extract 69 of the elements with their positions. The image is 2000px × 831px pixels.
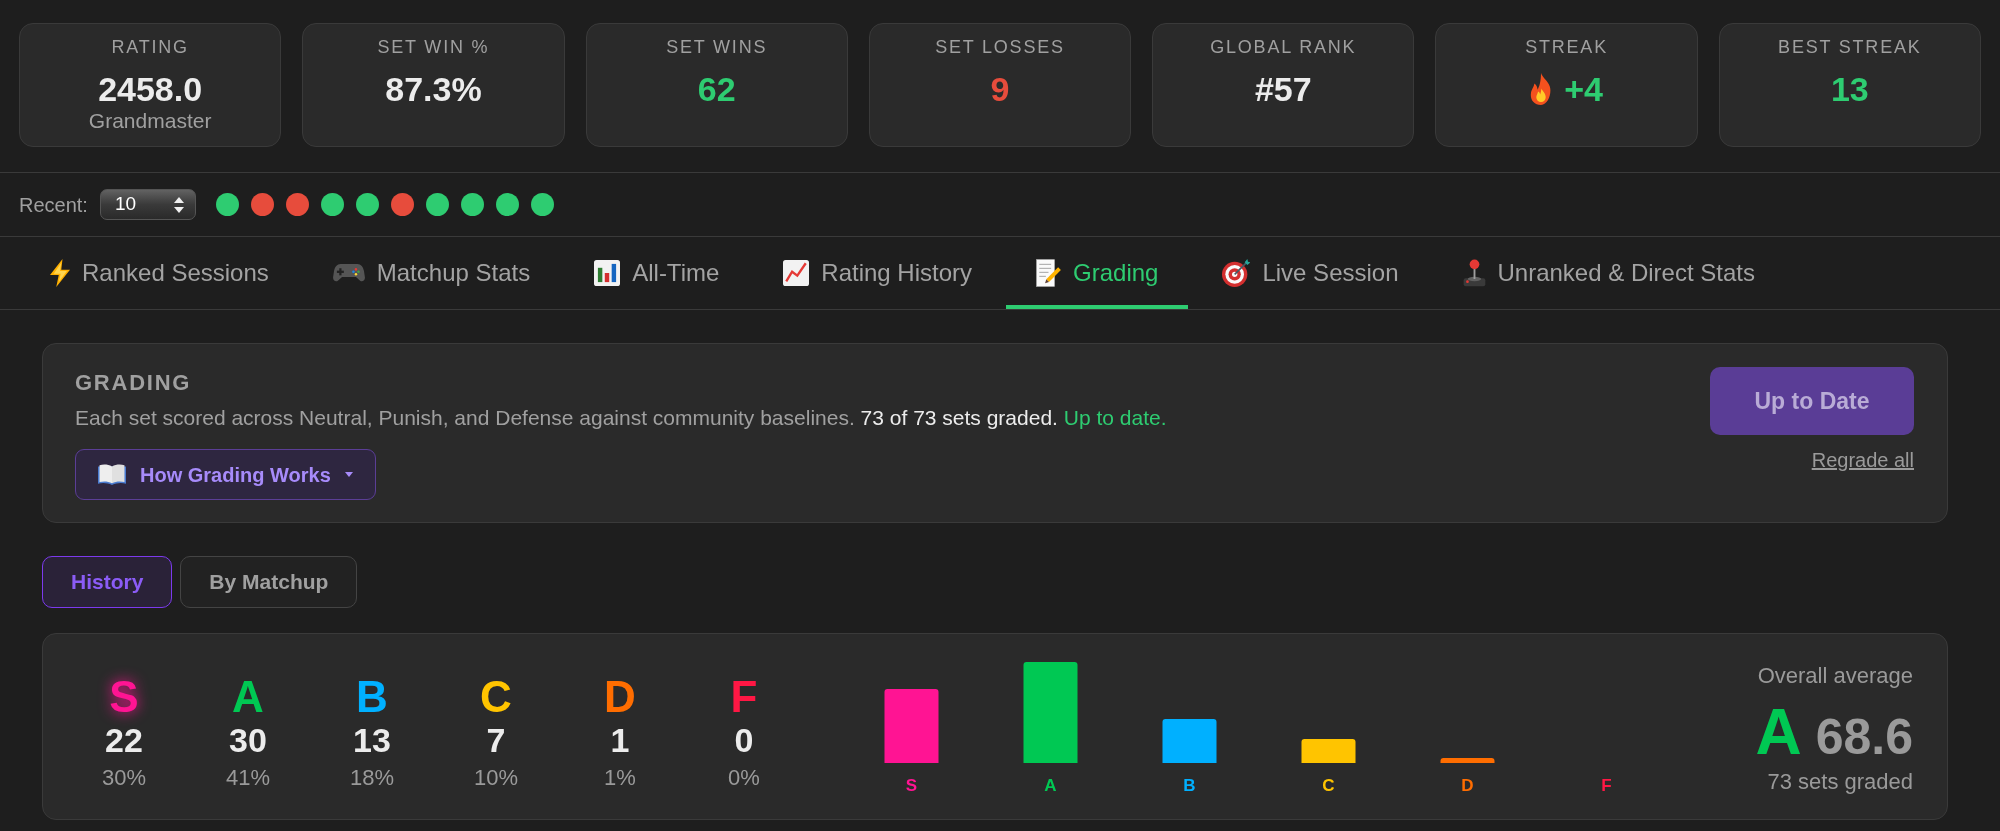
stat-label: SET WIN % bbox=[377, 36, 490, 59]
gamepad-icon bbox=[332, 264, 365, 282]
tab[interactable]: Live Session bbox=[1192, 237, 1429, 309]
tab[interactable]: Matchup Stats bbox=[302, 237, 561, 309]
grade-percent: 0% bbox=[728, 766, 760, 790]
fire-icon bbox=[1530, 73, 1553, 105]
stat-value: 2458.0 bbox=[98, 69, 203, 109]
joystick-icon bbox=[1462, 259, 1486, 287]
grade-count: 1 bbox=[610, 722, 630, 758]
stepper-arrows-icon bbox=[173, 196, 184, 213]
stat-value: 62 bbox=[697, 69, 736, 109]
line-chart-icon bbox=[783, 260, 810, 286]
graded-count: 73 sets graded bbox=[1767, 768, 1913, 796]
grade-percent: 30% bbox=[101, 766, 146, 790]
stat-value: #57 bbox=[1254, 69, 1312, 109]
bar-label: C bbox=[1322, 775, 1335, 795]
bar-label: A bbox=[1044, 775, 1057, 795]
grade-letter: S bbox=[109, 672, 139, 722]
open-book-icon bbox=[98, 464, 126, 485]
grading-title: GRADING bbox=[75, 369, 192, 397]
stat-label: SET LOSSES bbox=[935, 36, 1065, 59]
grade-letter: C bbox=[480, 672, 512, 722]
tab[interactable]: All-Time bbox=[564, 237, 750, 309]
view-toggle-tab[interactable]: History bbox=[42, 556, 173, 608]
stat-label: BEST STREAK bbox=[1778, 36, 1922, 59]
stat-label: GLOBAL RANK bbox=[1210, 36, 1357, 59]
grade-count: 0 bbox=[734, 722, 754, 758]
grade-letter: D bbox=[604, 672, 636, 722]
caret-down-icon bbox=[344, 472, 353, 477]
bar-label: F bbox=[1601, 775, 1612, 795]
recent-label: Recent: bbox=[19, 192, 88, 218]
tab[interactable]: Unranked & Direct Stats bbox=[1432, 237, 1785, 309]
grade-count: 13 bbox=[353, 722, 391, 758]
notepad-pencil-icon bbox=[1036, 259, 1062, 287]
stat-value: +4 bbox=[1564, 69, 1603, 109]
overall-grade: A bbox=[1755, 697, 1802, 767]
tab[interactable]: Grading bbox=[1006, 237, 1189, 309]
how-grading-works-button[interactable]: How Grading Works bbox=[75, 449, 376, 500]
grade-count: 7 bbox=[486, 722, 506, 758]
grade-letter: A bbox=[232, 672, 264, 722]
grade-percent: 10% bbox=[473, 766, 518, 790]
bar-label: B bbox=[1183, 775, 1196, 795]
grade-count: 22 bbox=[105, 722, 143, 758]
tab[interactable]: Ranked Sessions bbox=[20, 237, 299, 309]
overall-average-label: Overall average bbox=[1757, 662, 1913, 690]
grade-percent: 41% bbox=[225, 766, 270, 790]
stat-label: SET WINS bbox=[666, 36, 768, 59]
target-icon bbox=[1222, 259, 1251, 287]
grade-percent: 18% bbox=[349, 766, 394, 790]
bar-chart-icon bbox=[594, 260, 621, 286]
view-toggle-tab[interactable]: By Matchup bbox=[180, 556, 358, 608]
count-select[interactable]: 10 bbox=[99, 189, 196, 220]
grade-letter: B bbox=[356, 672, 388, 722]
tab[interactable]: Rating History bbox=[753, 237, 1003, 309]
stat-value: 87.3% bbox=[385, 69, 482, 109]
grade-percent: 1% bbox=[604, 766, 636, 790]
grade-letter: F bbox=[730, 672, 758, 722]
lightning-icon bbox=[50, 259, 70, 287]
overall-score: 68.6 bbox=[1815, 708, 1913, 767]
grading-description: Each set scored across Neutral, Punish, and Defense against community baselines. 73 of 73 sets graded. Up to date. bbox=[75, 405, 1167, 431]
stat-label: RATING bbox=[111, 36, 189, 59]
grade-count: 30 bbox=[229, 722, 267, 758]
bar-label: S bbox=[905, 775, 918, 795]
bar-label: D bbox=[1461, 775, 1474, 795]
stat-label: STREAK bbox=[1525, 36, 1608, 59]
stat-value: 13 bbox=[1830, 69, 1869, 109]
regrade-all-link[interactable]: Regrade all bbox=[1811, 448, 1914, 472]
stat-subtitle: Grandmaster bbox=[88, 109, 212, 133]
stat-value: 9 bbox=[990, 69, 1010, 109]
